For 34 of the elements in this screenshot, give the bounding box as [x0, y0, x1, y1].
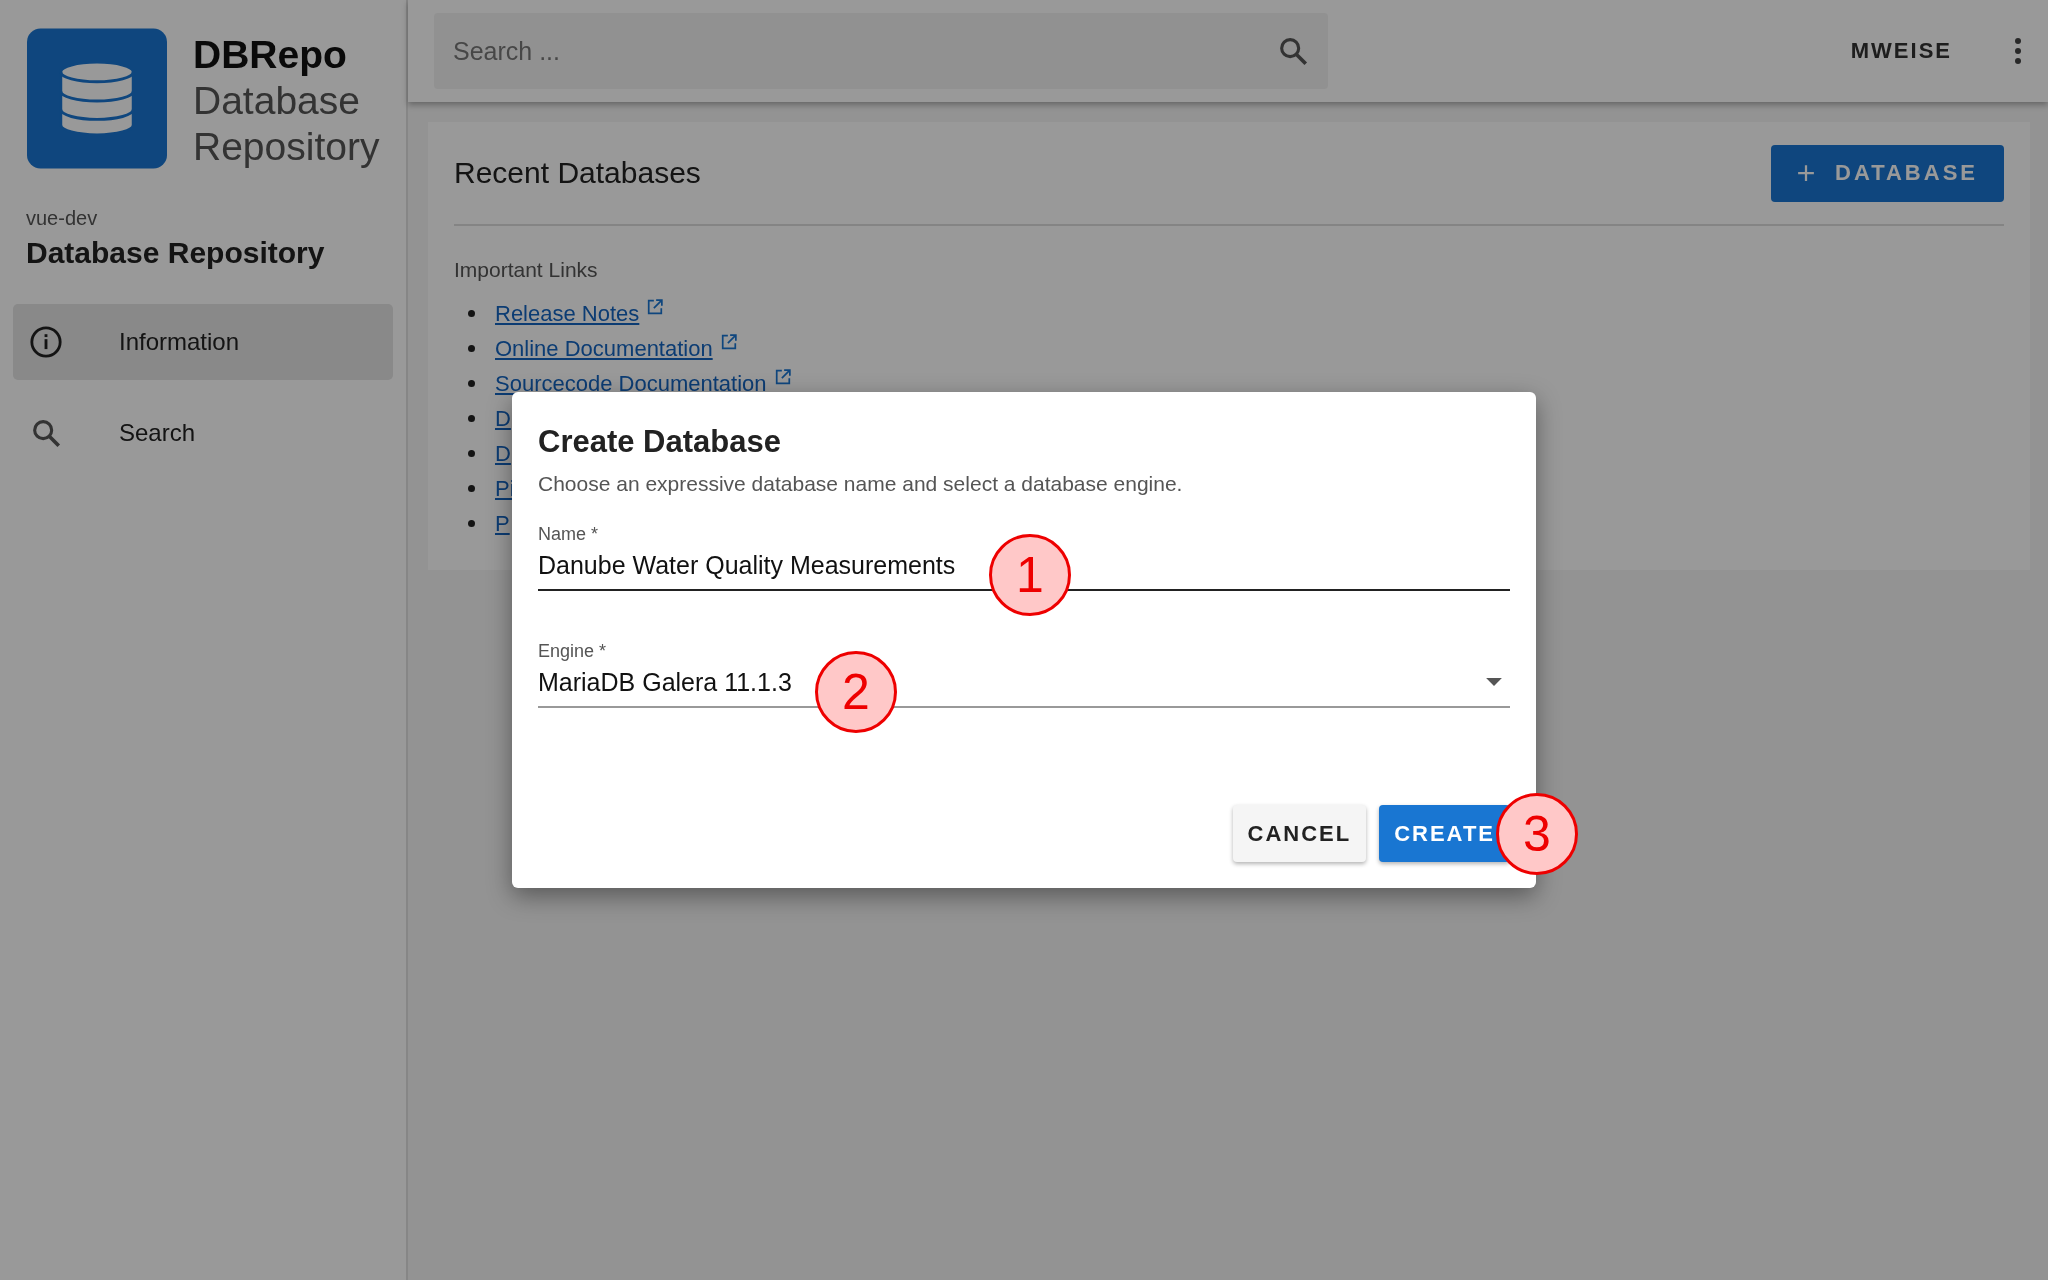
- link[interactable]: Online Documentation: [495, 335, 713, 362]
- bullet-icon: [468, 345, 475, 352]
- step-marker: 3: [1496, 793, 1578, 875]
- info-icon: [29, 325, 63, 359]
- cancel-button[interactable]: CANCEL: [1232, 805, 1367, 862]
- bullet-icon: [468, 520, 475, 527]
- app-subtitle: Database Repository: [193, 78, 381, 170]
- link[interactable]: D: [495, 440, 511, 467]
- links-heading: Important Links: [454, 258, 599, 282]
- database-logo-icon: [27, 26, 167, 171]
- step-marker: 1: [989, 534, 1071, 616]
- bullet-icon: [468, 415, 475, 422]
- nav-item[interactable]: Information: [13, 304, 393, 380]
- user-button[interactable]: MWEISE: [1836, 28, 1966, 74]
- add-database-button[interactable]: DATABASE: [1771, 144, 2004, 202]
- bullet-icon: [468, 485, 475, 492]
- bullet-icon: [468, 450, 475, 457]
- plus-icon: [1797, 164, 1816, 182]
- app-name: DBRepo: [193, 32, 348, 78]
- link[interactable]: P: [495, 510, 510, 537]
- link[interactable]: Release Notes: [495, 300, 640, 327]
- dialog-subtitle: Choose an expressive database name and select a database engine.: [538, 472, 1184, 496]
- instance-title: Database Repository: [26, 236, 326, 270]
- bullet-icon: [468, 310, 475, 317]
- more-menu-icon[interactable]: [2014, 37, 2022, 65]
- card-title: Recent Databases: [454, 156, 701, 190]
- link[interactable]: D: [495, 405, 511, 432]
- nav-item[interactable]: Search: [13, 395, 393, 471]
- instance-name: vue-dev: [26, 207, 99, 230]
- caret-icon: [1486, 677, 1502, 687]
- search-field[interactable]: Search ...: [434, 13, 1328, 89]
- dialog-title: Create Database: [538, 424, 782, 460]
- step-marker: 2: [815, 651, 897, 733]
- bullet-icon: [468, 380, 475, 387]
